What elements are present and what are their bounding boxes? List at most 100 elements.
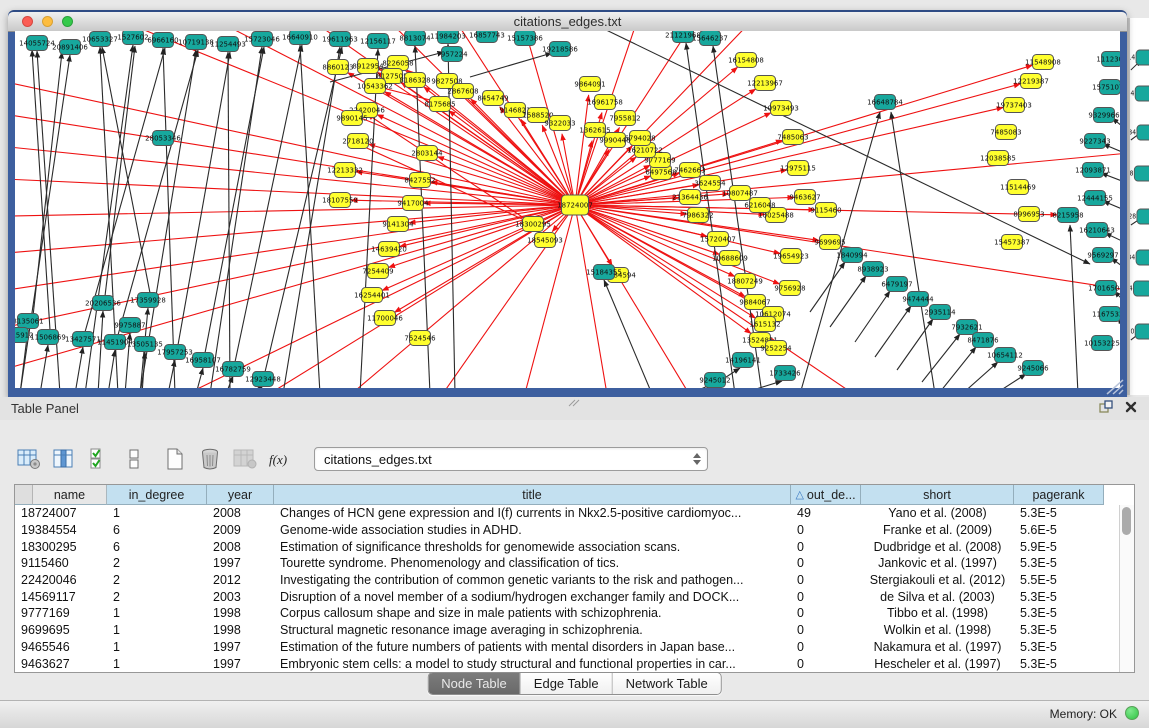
table-cell[interactable]: 2008 [207,506,274,520]
table-row[interactable]: 946554611997Estimation of the future num… [15,639,1134,656]
table-cell[interactable]: Corpus callosum shape and size in male p… [274,606,791,620]
scrollbar-thumb[interactable] [1122,507,1131,535]
table-cell[interactable]: 0 [791,623,861,637]
table-cell[interactable]: 1998 [207,623,274,637]
table-cell[interactable]: 0 [791,540,861,554]
table-cell[interactable]: 1997 [207,657,274,671]
table-cell[interactable]: 5.9E-5 [1014,540,1104,554]
table-row[interactable]: 1456911722003Disruption of a novel membe… [15,588,1134,605]
table-cell[interactable]: 2008 [207,540,274,554]
table-cell[interactable]: 5.3E-5 [1014,506,1104,520]
table-cell[interactable]: 2 [107,590,207,604]
graph-edge[interactable] [33,52,62,316]
table-cell[interactable]: 1997 [207,640,274,654]
table-cell[interactable]: 5.3E-5 [1014,606,1104,620]
tab-node-table[interactable]: Node Table [428,673,521,694]
table-cell[interactable]: 5.3E-5 [1014,590,1104,604]
table-cell[interactable]: 6 [107,540,207,554]
column-header-out-de-[interactable]: △out_de... [791,485,861,505]
table-row[interactable]: 911546021997Tourette syndrome. Phenomeno… [15,555,1134,572]
table-cell[interactable]: Disruption of a novel member of a sodium… [274,590,791,604]
column-header-name[interactable]: name [33,485,107,505]
divider-grip[interactable] [568,399,580,407]
column-header-pagerank[interactable]: pagerank [1014,485,1104,505]
table-row[interactable]: 2242004622012Investigating the contribut… [15,572,1134,589]
table-cell[interactable]: 9463627 [15,657,107,671]
table-cell[interactable]: 6 [107,523,207,537]
network-view-window[interactable]: citations_edges.txt 18300295140557242089… [8,10,1127,397]
graph-edge[interactable] [300,45,320,388]
table-cell[interactable]: 5.3E-5 [1014,623,1104,637]
tab-network-table[interactable]: Network Table [613,673,721,694]
table-cell[interactable]: Estimation of significance thresholds fo… [274,540,791,554]
table-cell[interactable]: 9699695 [15,623,107,637]
table-cell[interactable]: Wolkin et al. (1998) [861,623,1014,637]
close-panel-icon[interactable] [1125,401,1137,413]
table-cell[interactable]: 14569117 [15,590,107,604]
graph-edge[interactable] [575,205,780,253]
dropdown-stepper-icon[interactable] [691,451,702,467]
select-all-button[interactable] [86,446,112,472]
table-cell[interactable]: Structural magnetic resonance image aver… [274,623,791,637]
table-cell[interactable]: 22420046 [15,573,107,587]
table-cell[interactable]: 5.3E-5 [1014,556,1104,570]
column-header-year[interactable]: year [207,485,274,505]
table-cell[interactable]: 0 [791,606,861,620]
column-header-title[interactable]: title [274,485,791,505]
table-cell[interactable]: 2009 [207,523,274,537]
table-cell[interactable]: 2 [107,556,207,570]
float-window-icon[interactable] [1099,400,1113,413]
table-cell[interactable]: 0 [791,573,861,587]
graph-edge[interactable] [228,52,230,388]
table-cell[interactable]: Changes of HCN gene expression and I(f) … [274,506,791,520]
graph-edge[interactable] [875,306,911,357]
graph-edge[interactable] [855,291,890,342]
graph-edge[interactable] [358,144,533,224]
table-cell[interactable]: 18724007 [15,506,107,520]
table-cell[interactable]: Hescheler et al. (1997) [861,657,1014,671]
table-cell[interactable]: Tibbo et al. (1998) [861,606,1014,620]
table-cell[interactable]: 2 [107,573,207,587]
function-builder-button[interactable]: f(x) [267,446,293,472]
table-cell[interactable]: 0 [791,640,861,654]
table-cell[interactable]: 5.3E-5 [1014,657,1104,671]
column-header-short[interactable]: short [861,485,1014,505]
tab-edge-table[interactable]: Edge Table [521,673,613,694]
window-titlebar[interactable]: citations_edges.txt [8,12,1127,32]
table-cell[interactable]: Franke et al. (2009) [861,523,1014,537]
table-cell[interactable]: 0 [791,590,861,604]
table-cell[interactable]: 19384554 [15,523,107,537]
table-cell[interactable]: 49 [791,506,861,520]
column-header-in-degree[interactable]: in_degree [107,485,207,505]
table-cell[interactable]: 9465546 [15,640,107,654]
graph-edge[interactable] [575,95,589,205]
table-cell[interactable]: de Silva et al. (2003) [861,590,1014,604]
table-cell[interactable]: 1998 [207,606,274,620]
vertical-scrollbar[interactable] [1119,505,1134,672]
table-row[interactable]: 946362711997Embryonic stem cells: a mode… [15,655,1134,672]
show-columns-button[interactable] [51,446,77,472]
table-cell[interactable]: Dudbridge et al. (2008) [861,540,1014,554]
table-cell[interactable]: Tourette syndrome. Phenomenology and cla… [274,556,791,570]
table-cell[interactable]: Investigating the contribution of common… [274,573,791,587]
graph-edge[interactable] [40,345,48,388]
table-cell[interactable]: 5.3E-5 [1014,640,1104,654]
graph-edge[interactable] [15,205,575,257]
delete-table-button[interactable] [197,446,223,472]
table-cell[interactable]: Estimation of the future numbers of pati… [274,640,791,654]
table-cell[interactable]: 9777169 [15,606,107,620]
table-cell[interactable]: 1 [107,606,207,620]
table-cell[interactable]: 1 [107,657,207,671]
memory-status-icon[interactable] [1125,706,1139,720]
graph-edge[interactable] [108,350,115,388]
table-cell[interactable]: 1 [107,640,207,654]
graph-edge[interactable] [235,45,302,362]
table-cell[interactable]: Stergiakouli et al. (2012) [861,573,1014,587]
graph-edge[interactable] [830,276,866,327]
table-cell[interactable]: Genome-wide association studies in ADHD. [274,523,791,537]
table-row[interactable]: 977716911998Corpus callosum shape and si… [15,605,1134,622]
table-cell[interactable]: Jankovic et al. (1997) [861,556,1014,570]
graph-edge[interactable] [85,48,165,332]
table-cell[interactable]: 2012 [207,573,274,587]
new-table-button[interactable] [162,446,188,472]
